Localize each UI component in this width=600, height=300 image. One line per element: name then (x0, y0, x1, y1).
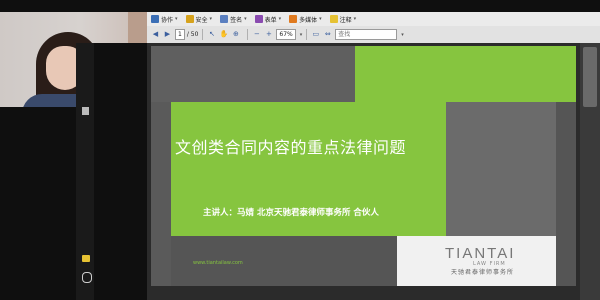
comment-icon[interactable] (82, 255, 90, 262)
lock-icon (185, 15, 194, 23)
slide-speaker: 主讲人：马婧 北京天驰君泰律师事务所 合伙人 (203, 208, 379, 218)
zoom-in-icon[interactable]: + (264, 30, 273, 39)
attachment-icon[interactable] (82, 272, 92, 283)
menu-label: 注释 (339, 16, 352, 24)
logo-sub: LAW FIRM (473, 261, 506, 267)
pen-icon (220, 15, 229, 23)
menu-label: 多媒体 (299, 16, 318, 24)
menu-toolbar: 协作 ▾ 安全 ▾ 签名 ▾ 表单 ▾ 多媒体 ▾ 注释 ▾ (147, 12, 600, 27)
page-number-input[interactable]: 1 (175, 29, 185, 40)
slide-website: www.tiantailaw.com (193, 260, 243, 266)
search-input[interactable]: 查找 (335, 29, 398, 40)
media-icon (289, 15, 298, 23)
menu-label: 安全 (195, 16, 208, 24)
menu-label: 协作 (161, 16, 174, 24)
menu-multimedia[interactable]: 多媒体 ▾ (289, 15, 322, 24)
collaborate-icon (151, 15, 159, 23)
previous-page-icon[interactable]: ◀ (151, 30, 160, 39)
navigation-pane (76, 43, 94, 300)
menu-forms[interactable]: 表单 ▾ (254, 15, 281, 24)
logo-main: TIANTAI (445, 245, 516, 262)
firm-logo: TIANTAI LAW FIRM 天驰君泰律师事务所 (445, 246, 545, 284)
total-pages-label: / 50 (186, 31, 199, 38)
menu-label: 表单 (264, 16, 277, 24)
slide-title: 文创类合同内容的重点法律问题 (175, 138, 407, 157)
select-tool-icon[interactable]: ↖ (207, 30, 216, 39)
menu-label: 签名 (230, 16, 243, 24)
menu-security[interactable]: 安全 ▾ (185, 15, 212, 24)
form-icon (254, 15, 263, 23)
slide-block (355, 46, 576, 102)
hand-tool-icon[interactable]: ✋ (219, 30, 229, 39)
slide-page: 文创类合同内容的重点法律问题 主讲人：马婧 北京天驰君泰律师事务所 合伙人 ww… (151, 46, 576, 286)
logo-cn: 天驰君泰律师事务所 (451, 269, 515, 276)
scrollbar-thumb[interactable] (583, 47, 597, 107)
zoom-out-icon[interactable]: − (252, 30, 261, 39)
zoom-level-select[interactable]: 67% (276, 29, 296, 40)
menu-collaborate[interactable]: 协作 ▾ (151, 15, 178, 24)
next-page-icon[interactable]: ▶ (163, 30, 172, 39)
menu-sign[interactable]: 签名 ▾ (220, 15, 247, 24)
menu-comments[interactable]: 注释 ▾ (329, 15, 356, 24)
slide-block (151, 46, 355, 102)
comment-icon (329, 15, 338, 23)
zoom-icon[interactable]: ⊕ (231, 30, 240, 39)
fit-width-icon[interactable]: ⇔ (323, 30, 332, 39)
fit-page-icon[interactable]: ▭ (311, 30, 320, 39)
navigation-toolbar: ◀ ▶ 1 / 50 ↖ ✋ ⊕ − + 67% ▾ ▭ ⇔ 查找 ▾ (147, 26, 600, 44)
page-thumbnail-icon[interactable] (82, 107, 89, 115)
slide-block (556, 102, 576, 286)
